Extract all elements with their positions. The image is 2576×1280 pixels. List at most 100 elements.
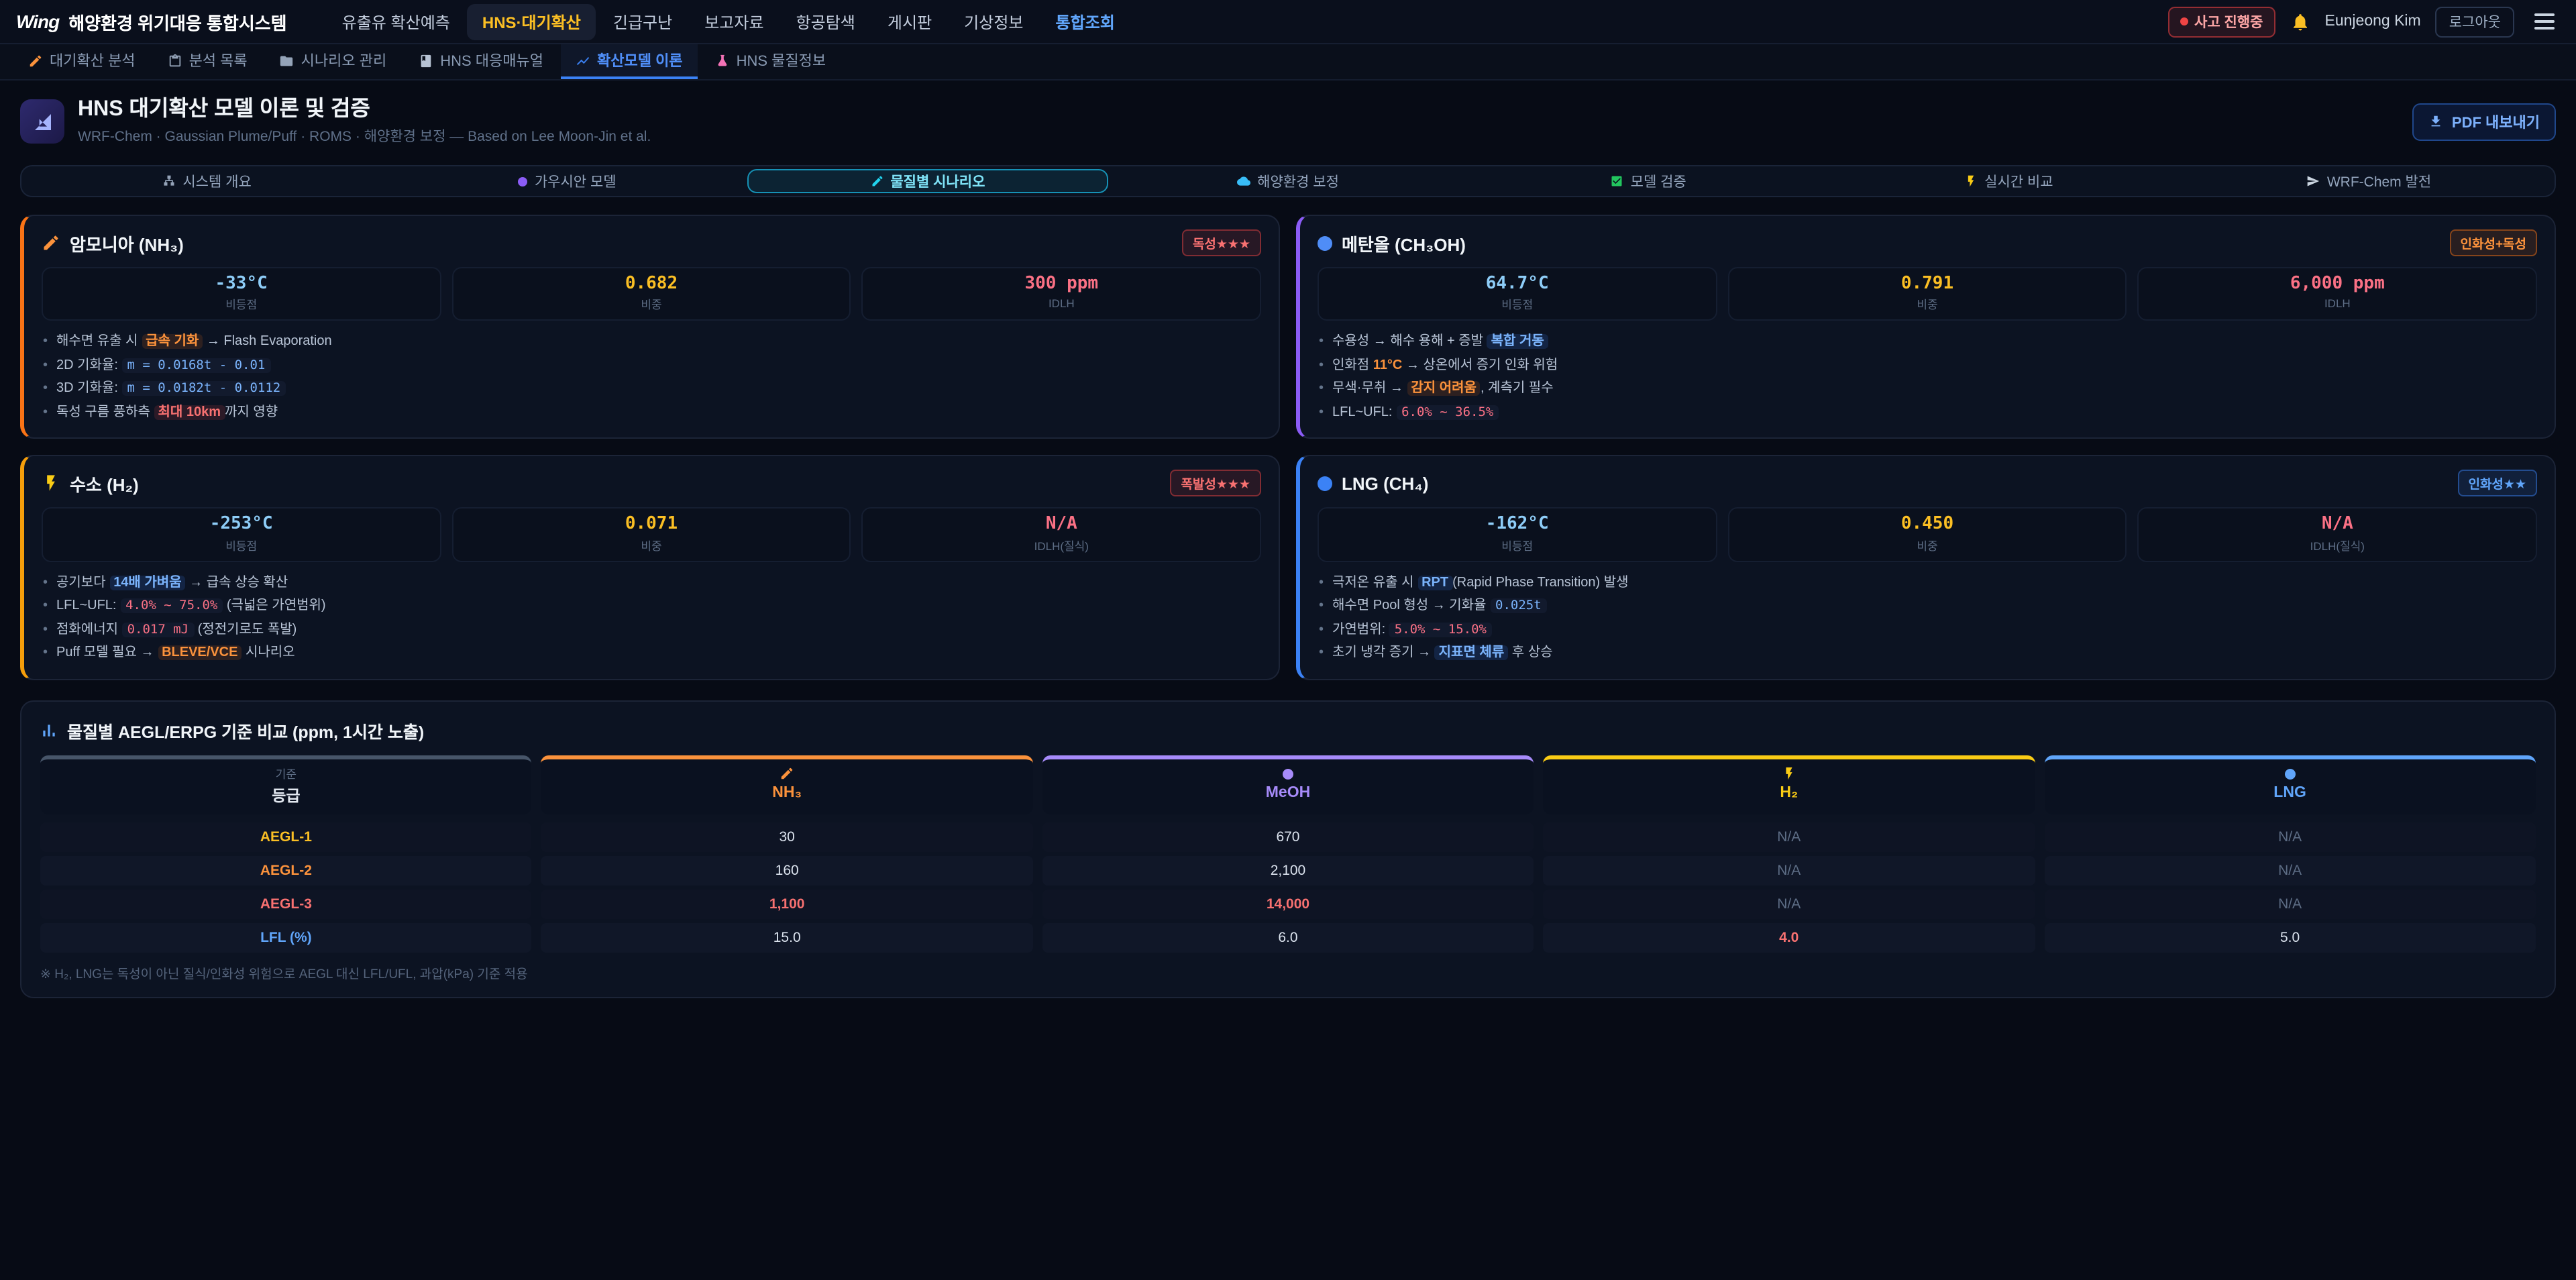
stat-label: 비중 <box>1734 297 2120 313</box>
stat-label: 비중 <box>1734 537 2120 553</box>
bullet-item: 공기보다 14배 가벼움 → 급속 상승 확산 <box>42 574 1261 593</box>
col-header-H₂: H₂ <box>1543 755 2035 814</box>
notification-bell-icon[interactable] <box>2290 11 2310 32</box>
section-tab-6[interactable]: 실시간 비교 <box>1829 169 2189 193</box>
subnav-tab-6[interactable]: HNS 물질정보 <box>700 44 841 79</box>
stat-box: -33°C비등점 <box>42 267 441 321</box>
section-tabs: 시스템 개요가우시안 모델물질별 시나리오해양환경 보정모델 검증실시간 비교W… <box>20 165 2556 197</box>
page-subtitle: WRF-Chem · Gaussian Plume/Puff · ROMS · … <box>78 126 651 146</box>
stat-value: N/A <box>869 515 1254 537</box>
table-cell: 1,100 <box>541 889 1033 918</box>
stat-label: 비등점 <box>1324 537 1710 553</box>
circle-icon <box>1318 235 1332 250</box>
stat-label: 비등점 <box>1324 297 1710 313</box>
stat-box: -253°C비등점 <box>42 508 441 562</box>
table-cell: N/A <box>2044 822 2536 851</box>
stat-label: IDLH <box>869 297 1254 311</box>
nav-item-2[interactable]: HNS·대기확산 <box>468 3 596 40</box>
row-label: AEGL-1 <box>40 822 532 851</box>
table-cell: 2,100 <box>1042 855 1534 885</box>
table-cell: 670 <box>1042 822 1534 851</box>
app-logo-icon: Wing <box>16 11 59 32</box>
nav-item-5[interactable]: 항공탐색 <box>782 3 870 40</box>
table-cell: N/A <box>1543 889 2035 918</box>
nav-item-4[interactable]: 보고자료 <box>690 3 778 40</box>
chart-icon <box>576 53 590 68</box>
brand[interactable]: Wing 해양환경 위기대응 통합시스템 <box>16 9 287 34</box>
lightning-icon <box>1964 174 1978 188</box>
pencil-icon <box>42 233 60 252</box>
app-root: Wing 해양환경 위기대응 통합시스템 유출유 확산예측HNS·대기확산긴급구… <box>0 0 2576 1280</box>
subnav-tab-4[interactable]: HNS 대응매뉴얼 <box>404 44 558 79</box>
alert-dot-icon <box>2180 17 2188 25</box>
pencil-icon <box>870 174 883 188</box>
table-cell: 30 <box>541 822 1033 851</box>
nav-item-3[interactable]: 긴급구난 <box>598 3 687 40</box>
subnav-tab-1[interactable]: 대기확산 분석 <box>13 44 150 79</box>
comparison-table-card: 물질별 AEGL/ERPG 기준 비교 (ppm, 1시간 노출) 기준등급NH… <box>20 700 2556 998</box>
substance-card-nh3: 암모니아 (NH₃) 독성★★★ -33°C비등점0.682비중300 ppmI… <box>20 215 1280 439</box>
substance-title: 메탄올 (CH₃OH) <box>1318 230 1466 256</box>
stat-label: 비등점 <box>48 537 434 553</box>
col-header-NH₃: NH₃ <box>541 755 1033 814</box>
check-square-icon <box>1611 174 1624 188</box>
clipboard-icon <box>168 53 182 68</box>
table-cell: 15.0 <box>541 922 1033 952</box>
ruler-icon <box>20 99 64 144</box>
subnav-tab-2[interactable]: 분석 목록 <box>153 44 262 79</box>
nav-item-1[interactable]: 유출유 확산예측 <box>327 3 465 40</box>
stat-box: 300 ppmIDLH <box>862 267 1261 321</box>
section-tab-3[interactable]: 물질별 시나리오 <box>747 169 1108 193</box>
stat-value: -162°C <box>1324 515 1710 537</box>
bullet-item: LFL~UFL: 6.0% ~ 36.5% <box>1318 404 2537 423</box>
table-footnote: ※ H₂, LNG는 독성이 아닌 질식/인화성 위험으로 AEGL 대신 LF… <box>40 963 2536 981</box>
subnav-tab-5[interactable]: 확산모델 이론 <box>561 44 698 79</box>
nav-item-8[interactable]: 통합조회 <box>1041 3 1130 40</box>
stat-label: 비등점 <box>48 297 434 313</box>
bar-chart-icon <box>40 721 58 739</box>
top-navbar: Wing 해양환경 위기대응 통합시스템 유출유 확산예측HNS·대기확산긴급구… <box>0 0 2576 44</box>
nav-item-6[interactable]: 게시판 <box>873 3 947 40</box>
substance-title: 수소 (H₂) <box>42 471 139 496</box>
table-cell: 5.0 <box>2044 922 2536 952</box>
section-tab-1[interactable]: 시스템 개요 <box>27 169 387 193</box>
section-tab-5[interactable]: 모델 검증 <box>1468 169 1829 193</box>
bullet-item: LFL~UFL: 4.0% ~ 75.0% (극넓은 가연범위) <box>42 597 1261 617</box>
cloud-icon <box>1237 174 1250 188</box>
bullet-item: 2D 기화율: m = 0.0168t - 0.01 <box>42 357 1261 376</box>
stat-value: 0.450 <box>1734 515 2120 537</box>
section-tab-7[interactable]: WRF-Chem 발전 <box>2189 169 2549 193</box>
stat-value: 6,000 ppm <box>2145 274 2530 296</box>
hazard-badge: 인화성+독성 <box>2450 229 2538 256</box>
logout-button[interactable]: 로그아웃 <box>2436 6 2514 37</box>
nav-item-7[interactable]: 기상정보 <box>949 3 1038 40</box>
rocket-icon <box>2307 174 2320 188</box>
bullet-item: 가연범위: 5.0% ~ 15.0% <box>1318 621 2537 640</box>
bullet-item: 점화에너지 0.017 mJ (정전기로도 폭발) <box>42 621 1261 640</box>
main-nav: 유출유 확산예측HNS·대기확산긴급구난보고자료항공탐색게시판기상정보통합조회 <box>327 3 2151 40</box>
stat-value: 0.682 <box>458 274 844 296</box>
bullet-item: 해수면 Pool 형성 → 기화율 0.025t <box>1318 597 2537 617</box>
stat-box: 0.682비중 <box>451 267 851 321</box>
pdf-export-button[interactable]: PDF 내보내기 <box>2413 103 2556 140</box>
section-tab-2[interactable]: 가우시안 모델 <box>387 169 747 193</box>
stat-value: -33°C <box>48 274 434 296</box>
stat-label: 비중 <box>458 537 844 553</box>
table-title: 물질별 AEGL/ERPG 기준 비교 (ppm, 1시간 노출) <box>40 717 2536 743</box>
hazard-badge: 독성★★★ <box>1182 229 1261 256</box>
bullet-item: 무색·무취 → 감지 어려움, 계측기 필수 <box>1318 380 2537 400</box>
table-cell: 160 <box>541 855 1033 885</box>
substance-card-lng: LNG (CH₄) 인화성★★ -162°C비등점0.450비중N/AIDLH(… <box>1296 456 2556 680</box>
stat-label: IDLH(질식) <box>2145 537 2530 553</box>
bullet-item: 수용성 → 해수 용해 + 증발 복합 거동 <box>1318 333 2537 353</box>
section-tab-4[interactable]: 해양환경 보정 <box>1108 169 1468 193</box>
stat-box: -162°C비등점 <box>1318 508 1717 562</box>
stat-value: 0.791 <box>1734 274 2120 296</box>
row-label: LFL (%) <box>40 922 532 952</box>
subnav: 대기확산 분석분석 목록시나리오 관리HNS 대응매뉴얼확산모델 이론HNS 물… <box>0 44 2576 81</box>
menu-icon[interactable] <box>2529 8 2560 35</box>
stat-label: IDLH <box>2145 297 2530 311</box>
subnav-tab-3[interactable]: 시나리오 관리 <box>265 44 402 79</box>
stat-value: 0.071 <box>458 515 844 537</box>
user-name: Eunjeong Kim <box>2325 13 2421 30</box>
